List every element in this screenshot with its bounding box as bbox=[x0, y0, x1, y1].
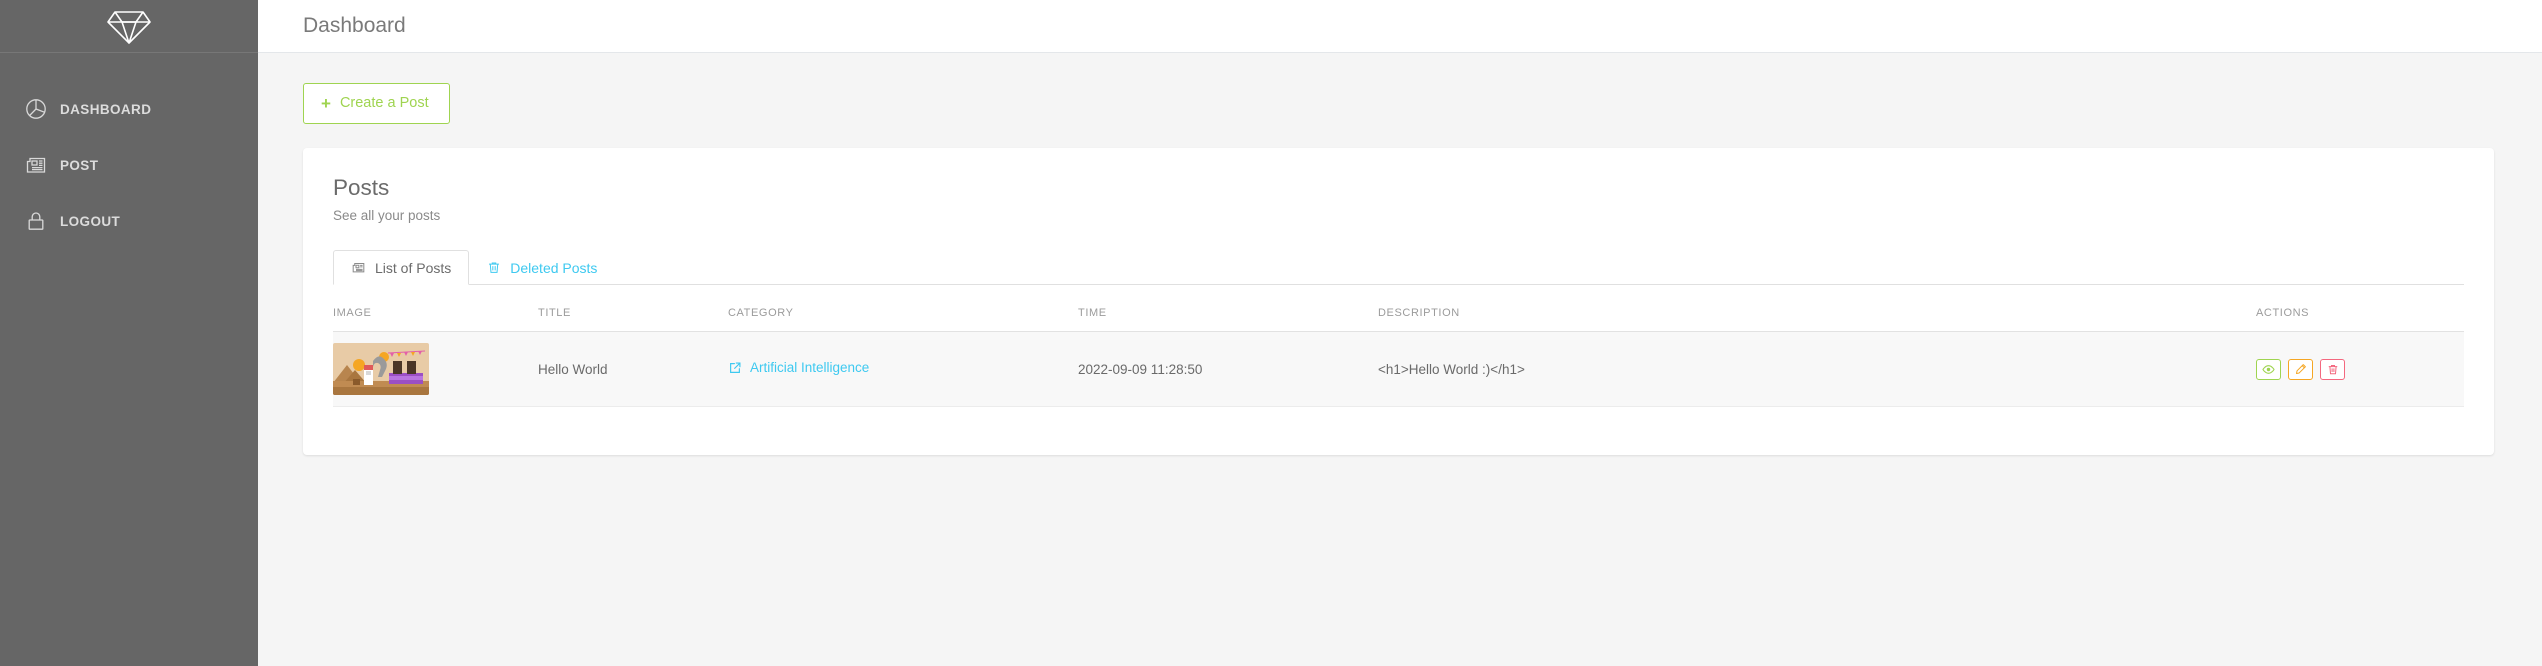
external-link-icon bbox=[728, 361, 742, 375]
sidebar: DASHBOARD POST LOGOUT bbox=[0, 0, 258, 666]
sidebar-item-post[interactable]: POST bbox=[0, 137, 258, 193]
cell-image bbox=[333, 331, 538, 407]
column-header-title: TITLE bbox=[538, 303, 728, 332]
eye-icon bbox=[2262, 363, 2275, 376]
pie-chart-icon bbox=[24, 97, 60, 121]
edit-post-button[interactable] bbox=[2288, 358, 2313, 380]
main-area: Dashboard + Create a Post Posts See all … bbox=[258, 0, 2542, 666]
cell-title: Hello World bbox=[538, 331, 728, 407]
pencil-icon bbox=[2295, 363, 2307, 375]
sidebar-item-logout[interactable]: LOGOUT bbox=[0, 193, 258, 249]
create-post-label: Create a Post bbox=[339, 95, 429, 112]
category-label: Artificial Intelligence bbox=[750, 360, 870, 376]
column-header-category: CATEGORY bbox=[728, 303, 1078, 332]
newspaper-icon bbox=[24, 153, 60, 177]
sidebar-item-label: LOGOUT bbox=[60, 213, 121, 229]
post-thumbnail[interactable] bbox=[333, 343, 429, 395]
create-post-button[interactable]: + Create a Post bbox=[303, 83, 450, 124]
posts-table-wrap: IMAGE TITLE CATEGORY TIME DESCRIPTION AC… bbox=[303, 303, 2494, 455]
tab-list-of-posts[interactable]: List of Posts bbox=[333, 250, 470, 285]
card-subtitle: See all your posts bbox=[333, 208, 441, 223]
table-head: IMAGE TITLE CATEGORY TIME DESCRIPTION AC… bbox=[333, 303, 2464, 332]
trash-icon bbox=[2327, 363, 2339, 376]
posts-table: IMAGE TITLE CATEGORY TIME DESCRIPTION AC… bbox=[333, 303, 2464, 407]
row-actions bbox=[2256, 358, 2464, 380]
column-header-time: TIME bbox=[1078, 303, 1378, 332]
sidebar-brand[interactable] bbox=[0, 0, 258, 53]
plus-icon: + bbox=[321, 94, 331, 113]
column-header-description: DESCRIPTION bbox=[1378, 303, 2224, 332]
sidebar-item-label: DASHBOARD bbox=[60, 101, 152, 117]
tab-label: List of Posts bbox=[375, 259, 452, 276]
diamond-icon bbox=[106, 6, 152, 46]
tab-deleted-posts[interactable]: Deleted Posts bbox=[469, 250, 615, 285]
tab-label: Deleted Posts bbox=[510, 259, 598, 276]
tabs: List of Posts Deleted Posts bbox=[333, 245, 2464, 285]
card-header: Posts See all your posts bbox=[303, 148, 2494, 223]
app-root: DASHBOARD POST LOGOUT Dashboard + Create… bbox=[0, 0, 2542, 666]
page-title: Dashboard bbox=[303, 14, 406, 37]
posts-card: Posts See all your posts List of Posts D… bbox=[303, 148, 2494, 455]
cell-category: Artificial Intelligence bbox=[728, 331, 1078, 407]
lock-icon bbox=[24, 209, 60, 233]
column-header-actions: ACTIONS bbox=[2224, 303, 2464, 332]
delete-post-button[interactable] bbox=[2320, 358, 2345, 380]
table-row: Hello World Artificial Intelligence 2022… bbox=[333, 331, 2464, 407]
cell-time: 2022-09-09 11:28:50 bbox=[1078, 331, 1378, 407]
column-header-image: IMAGE bbox=[333, 303, 538, 332]
sidebar-item-dashboard[interactable]: DASHBOARD bbox=[0, 81, 258, 137]
category-link[interactable]: Artificial Intelligence bbox=[728, 360, 869, 375]
table-header-row: IMAGE TITLE CATEGORY TIME DESCRIPTION AC… bbox=[333, 303, 2464, 332]
card-title: Posts bbox=[333, 175, 390, 200]
trash-icon bbox=[487, 260, 501, 275]
sidebar-item-label: POST bbox=[60, 157, 99, 173]
cell-actions bbox=[2224, 331, 2464, 407]
topbar: Dashboard bbox=[258, 0, 2542, 53]
newspaper-icon bbox=[351, 260, 366, 275]
cell-description: <h1>Hello World :)</h1> bbox=[1378, 331, 2224, 407]
sidebar-nav: DASHBOARD POST LOGOUT bbox=[0, 53, 258, 249]
table-body: Hello World Artificial Intelligence 2022… bbox=[333, 331, 2464, 407]
view-post-button[interactable] bbox=[2256, 358, 2281, 380]
content-area: + Create a Post Posts See all your posts bbox=[258, 53, 2542, 666]
